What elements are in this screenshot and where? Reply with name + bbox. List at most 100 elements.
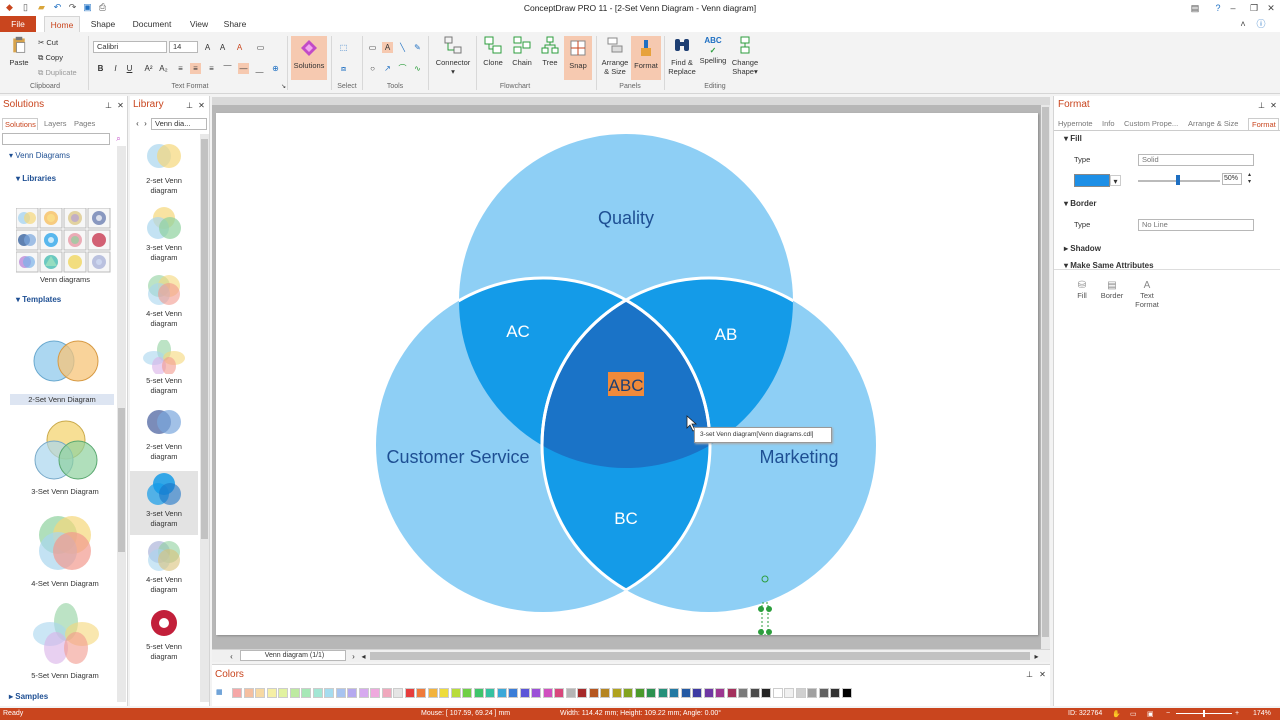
color-swatch[interactable] (600, 688, 610, 698)
label-abc[interactable]: ABC (609, 376, 644, 395)
find-replace-button[interactable]: Find & Replace (667, 36, 697, 76)
color-swatch[interactable] (692, 688, 702, 698)
color-swatch[interactable] (830, 688, 840, 698)
shrink-font-icon[interactable]: A (217, 42, 228, 53)
label-marketing[interactable]: Marketing (759, 447, 838, 467)
library-item[interactable]: 3-set Venn diagram (130, 205, 198, 269)
page-prev-icon[interactable]: ‹ (226, 651, 237, 662)
tab-pages[interactable]: Pages (74, 118, 100, 130)
color-swatch[interactable] (278, 688, 288, 698)
border-type-select[interactable]: No Line (1138, 219, 1254, 231)
drawing-page[interactable]: Quality AC AB ABC Customer Service Marke… (216, 113, 1038, 636)
library-item[interactable]: 2-set Venn diagram (130, 138, 198, 202)
search-icon[interactable]: ⌕ (113, 133, 124, 144)
selection-handle[interactable] (758, 629, 764, 635)
tree-templates[interactable]: ▾ Templates (16, 295, 61, 304)
opacity-input[interactable]: 50% (1222, 173, 1242, 185)
help-icon[interactable]: ? (1211, 1, 1225, 15)
change-shape-button[interactable]: Change Shape▾ (729, 36, 761, 76)
color-swatch[interactable] (404, 688, 415, 698)
scroll-right-icon[interactable]: ▸ (1031, 651, 1042, 662)
tab-format[interactable]: Format (1248, 118, 1279, 130)
template-2-set-thumbnail[interactable] (32, 338, 102, 384)
tree-libraries[interactable]: ▾ Libraries (16, 174, 56, 183)
color-swatch[interactable] (715, 688, 725, 698)
tab-document[interactable]: Document (128, 16, 176, 32)
border-section-header[interactable]: ▾ Border (1064, 199, 1096, 208)
line-tool-icon[interactable]: ╲ (397, 42, 408, 53)
tab-solutions[interactable]: Solutions (2, 118, 38, 130)
library-item[interactable]: 5-set Venn diagram (130, 338, 198, 402)
color-swatch[interactable] (243, 688, 254, 698)
tab-home[interactable]: Home (44, 16, 80, 32)
color-swatch[interactable] (232, 688, 242, 698)
tree-button[interactable]: Tree (537, 36, 563, 67)
template-4-set-thumbnail[interactable] (32, 511, 98, 575)
color-swatch[interactable] (301, 688, 311, 698)
library-scrollbar[interactable] (200, 134, 209, 702)
underline-icon[interactable]: U (124, 63, 135, 74)
color-swatch[interactable] (266, 688, 277, 698)
paste-button[interactable]: Paste (6, 36, 32, 67)
align-top-icon[interactable]: ⎺ (222, 63, 233, 74)
library-select[interactable]: Venn dia... (151, 118, 207, 130)
color-swatch[interactable] (508, 688, 518, 698)
zoom-slider-handle[interactable] (1203, 710, 1205, 717)
library-item[interactable]: 2-set Venn diagram (130, 404, 198, 468)
align-right-icon[interactable]: ≡ (206, 63, 217, 74)
close-window-button[interactable]: ✕ (1264, 1, 1278, 15)
color-swatch[interactable] (439, 688, 449, 698)
tab-info[interactable]: Info (1102, 118, 1120, 130)
color-swatch[interactable] (738, 688, 748, 698)
tab-shape[interactable]: Shape (86, 16, 120, 32)
color-swatch[interactable] (255, 688, 265, 698)
ellipse-tool-icon[interactable]: ○ (367, 63, 378, 74)
library-item[interactable]: 5-set Venn diagram (130, 604, 198, 668)
duplicate-button[interactable]: ⧉ Duplicate (38, 68, 77, 78)
arrow-tool-icon[interactable]: ↗ (382, 63, 393, 74)
maximize-button[interactable]: ❐ (1247, 1, 1261, 15)
color-swatch[interactable] (473, 688, 484, 698)
grow-font-icon[interactable]: A (202, 42, 213, 53)
zoom-out-icon[interactable]: − (1166, 710, 1170, 717)
color-swatch[interactable] (807, 688, 817, 698)
clone-button[interactable]: Clone (479, 36, 507, 67)
snap-button[interactable]: Snap (564, 36, 592, 80)
cut-button[interactable]: ✂ Cut (38, 38, 58, 47)
arc-tool-icon[interactable]: ⌒ (397, 63, 408, 74)
spelling-button[interactable]: ABC ✓ Spelling (698, 36, 728, 65)
copy-button[interactable]: ⧉ Copy (38, 53, 63, 63)
color-swatch[interactable] (554, 688, 564, 698)
pin-icon[interactable]: ⊥ (1256, 100, 1267, 111)
scroll-left-icon[interactable]: ◂ (358, 651, 369, 662)
text-direction-icon[interactable]: ⊕ (270, 63, 281, 74)
color-swatch[interactable] (485, 688, 495, 698)
template-4-set-caption[interactable]: 4-Set Venn Diagram (10, 579, 120, 588)
close-panel-icon[interactable]: ✕ (1268, 100, 1279, 111)
canvas-vertical-scrollbar[interactable] (1041, 105, 1050, 649)
color-swatch[interactable] (577, 688, 587, 698)
color-swatch[interactable] (841, 688, 852, 698)
color-swatch[interactable] (427, 688, 438, 698)
subscript-icon[interactable]: A₂ (158, 63, 169, 74)
label-ab[interactable]: AB (715, 325, 738, 344)
solutions-scrollbar[interactable] (117, 146, 126, 702)
color-swatch[interactable] (312, 688, 323, 698)
tab-layers[interactable]: Layers (44, 118, 70, 130)
label-bc[interactable]: BC (614, 509, 638, 528)
template-5-set-thumbnail[interactable] (32, 602, 100, 666)
label-quality[interactable]: Quality (598, 208, 654, 228)
zoom-in-icon[interactable]: + (1235, 710, 1239, 717)
ribbon-display-icon[interactable]: ▤ (1188, 1, 1202, 15)
minimize-button[interactable]: – (1226, 1, 1240, 15)
spin-up-icon[interactable]: ▴ (1244, 172, 1255, 179)
library-item[interactable]: 3-set Venn diagram (130, 470, 198, 535)
tab-share[interactable]: Share (220, 16, 250, 32)
color-swatch[interactable] (772, 688, 783, 698)
horizontal-scrollbar-thumb[interactable] (370, 652, 1030, 660)
color-swatch[interactable] (795, 688, 806, 698)
align-bottom-icon[interactable]: ⎽ (254, 63, 265, 74)
template-3-set-caption[interactable]: 3-Set Venn Diagram (10, 487, 120, 496)
color-swatch[interactable] (784, 688, 794, 698)
arrange-size-button[interactable]: Arrange & Size (600, 36, 630, 76)
